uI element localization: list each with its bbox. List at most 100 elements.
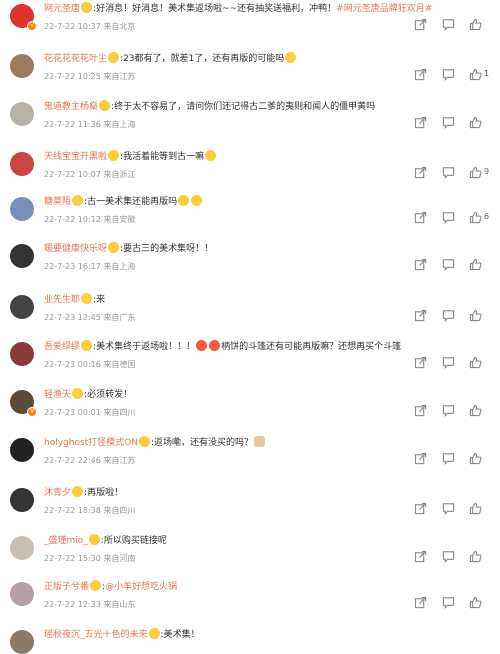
comment-time: 22-7-23 00:16 来自德国: [44, 360, 136, 369]
like-icon[interactable]: [469, 452, 482, 465]
comment-text: 好消息！好消息！美术集返场啦~~还有抽奖送福利，冲鸭！: [96, 4, 337, 14]
comment-icon[interactable]: [442, 258, 455, 271]
comment-icon[interactable]: [442, 68, 455, 81]
share-icon[interactable]: [414, 258, 427, 271]
like-count: 1: [484, 69, 490, 78]
comment-icon[interactable]: [442, 550, 455, 563]
user-avatar[interactable]: [10, 630, 34, 654]
comment-time: 22-7-22 15:30 来自河南: [44, 554, 136, 563]
comment-content: 瑶秋夜沉_五光十色的未来:美术集！: [44, 628, 200, 640]
comment-username[interactable]: 轻渔天: [44, 390, 71, 400]
comment-username[interactable]: holyghost打怪模式ON: [44, 438, 138, 448]
share-icon[interactable]: [414, 404, 427, 417]
like-icon[interactable]: [469, 211, 482, 224]
comment-username[interactable]: 瑶秋夜沉_五光十色的未来: [44, 630, 148, 640]
comment-icon[interactable]: [442, 309, 455, 322]
share-icon[interactable]: [414, 596, 427, 609]
like-icon[interactable]: [469, 550, 482, 563]
comment-time: 22-7-22 22:46 来自江苏: [44, 456, 136, 465]
user-avatar[interactable]: [10, 536, 34, 560]
like-icon[interactable]: [469, 258, 482, 271]
comment-time: 22-7-22 11:36 来自上海: [44, 120, 136, 129]
fan-badge-icon: [148, 628, 160, 639]
comment-text-2: 柄饼的斗篷还有可能再版嘛？还想再买个斗篷: [221, 342, 402, 352]
verified-badge-icon: V: [27, 21, 37, 31]
comment-link[interactable]: #网元圣唐品牌狂欢月#: [336, 4, 432, 14]
fan-badge-icon: [88, 534, 100, 545]
emoji-icon: [209, 340, 221, 351]
comment-content: 网元圣唐:好消息！好消息！美术集返场啦~~还有抽奖送福利，冲鸭！#网元圣唐品牌狂…: [44, 2, 433, 14]
user-avatar[interactable]: [10, 488, 34, 512]
fan-badge-icon: [81, 2, 93, 13]
pray-emoji-icon: [285, 52, 297, 63]
like-icon[interactable]: [469, 116, 482, 129]
comment-username[interactable]: 网元圣唐: [44, 4, 80, 14]
comment-username[interactable]: 花花花花花叶尘: [44, 54, 107, 64]
comment-content: 花花花花花叶尘:23都有了，就差1了，还有再版的可能吗: [44, 52, 464, 66]
like-icon[interactable]: [469, 502, 482, 515]
share-icon[interactable]: [414, 356, 427, 369]
share-icon[interactable]: [414, 452, 427, 465]
user-avatar[interactable]: [10, 102, 34, 126]
comment-actions: [414, 309, 490, 323]
share-icon[interactable]: [414, 550, 427, 563]
comment-username[interactable]: _盛瑾mio_: [44, 536, 88, 546]
comment-actions: 6: [414, 211, 490, 225]
comment-username[interactable]: 天线宝宝开黑啦: [44, 152, 107, 162]
comment-icon[interactable]: [442, 211, 455, 224]
fan-badge-icon: [99, 100, 111, 111]
share-icon[interactable]: [414, 68, 427, 81]
comment-username[interactable]: 糖莫陌: [44, 197, 71, 207]
comment-actions: [414, 356, 490, 370]
comment-username[interactable]: 鬼道教主杨燊: [44, 102, 98, 112]
like-icon[interactable]: [469, 356, 482, 369]
user-avatar[interactable]: [10, 244, 34, 268]
comment-username[interactable]: 正版子兮番: [44, 582, 89, 592]
fan-badge-icon: [72, 195, 84, 206]
comment-username[interactable]: 暖要健康快乐呀: [44, 244, 107, 254]
comment-link[interactable]: @小羊好想吃火锅: [105, 582, 177, 592]
fan-badge-icon: [108, 52, 120, 63]
comment-actions: [414, 258, 490, 272]
user-avatar[interactable]: [10, 54, 34, 78]
comment-icon[interactable]: [442, 596, 455, 609]
like-icon[interactable]: [469, 596, 482, 609]
user-avatar[interactable]: [10, 197, 34, 221]
user-avatar[interactable]: [10, 295, 34, 319]
share-icon[interactable]: [414, 166, 427, 179]
comment-icon[interactable]: [442, 116, 455, 129]
comment-time: 22-7-23 16:17 来自上海: [44, 262, 136, 271]
like-icon[interactable]: [469, 68, 482, 81]
comment-username[interactable]: 吾爱缪缪: [44, 342, 80, 352]
like-icon[interactable]: [469, 309, 482, 322]
user-avatar[interactable]: [10, 342, 34, 366]
share-icon[interactable]: [414, 502, 427, 515]
fan-badge-icon: [81, 293, 93, 304]
share-icon[interactable]: [414, 18, 427, 31]
comment-icon[interactable]: [442, 356, 455, 369]
user-avatar[interactable]: [10, 438, 34, 462]
share-icon[interactable]: [414, 116, 427, 129]
comment-icon[interactable]: [442, 166, 455, 179]
share-icon[interactable]: [414, 309, 427, 322]
user-avatar[interactable]: [10, 582, 34, 606]
comment-icon[interactable]: [442, 18, 455, 31]
comment-content: 业先生耶:来: [44, 293, 106, 305]
like-icon[interactable]: [469, 166, 482, 179]
like-icon[interactable]: [469, 404, 482, 417]
comment-icon[interactable]: [442, 452, 455, 465]
fan-badge-icon: [90, 580, 102, 591]
comment-username[interactable]: 业先生耶: [44, 295, 80, 305]
like-icon[interactable]: [469, 18, 482, 31]
comment-icon[interactable]: [442, 404, 455, 417]
comment-actions: 1: [414, 68, 490, 82]
fan-badge-icon: [108, 150, 120, 161]
comment-text: 返场嘞，还有没买的吗？: [154, 438, 254, 448]
fan-badge-icon: [72, 486, 84, 497]
share-icon[interactable]: [414, 211, 427, 224]
comment-username[interactable]: 沐青夕: [44, 488, 71, 498]
comment-text: 要古三的美术集呀！！: [123, 244, 214, 254]
comment-icon[interactable]: [442, 502, 455, 515]
user-avatar[interactable]: [10, 152, 34, 176]
comment-text: 古一美术集还能再版吗: [87, 197, 178, 207]
